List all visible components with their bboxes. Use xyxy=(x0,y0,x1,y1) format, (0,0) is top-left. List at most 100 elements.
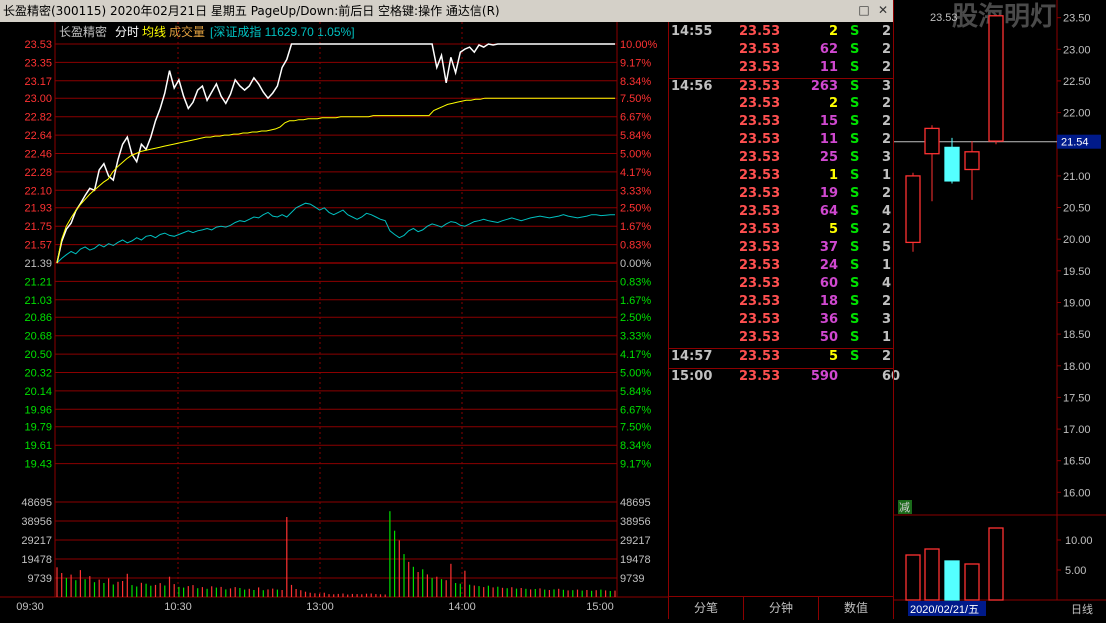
price-tick-label: 20.32 xyxy=(24,368,52,380)
trade-price: 23.53 xyxy=(739,24,781,39)
trade-count: 2 xyxy=(882,132,892,147)
price-tick-label: 21.03 xyxy=(24,295,52,307)
window-title-bar: 长盈精密(300115) 2020年02月21日 星期五 PageUp/Down… xyxy=(0,0,893,22)
price-tick-label: 23.00 xyxy=(24,93,52,105)
percent-tick-label: 5.00% xyxy=(620,149,651,161)
percent-tick-label: 8.34% xyxy=(620,76,651,88)
trade-direction: S xyxy=(850,24,860,39)
trade-volume: 15 xyxy=(819,114,838,129)
trade-count: 3 xyxy=(882,312,892,327)
trade-price: 23.53 xyxy=(739,60,781,75)
daily-kline-chart[interactable]: 股海明灯 23.53 减 2020/02/21/五 日线 23.50 23.00 2… xyxy=(894,0,1106,619)
trade-count: 4 xyxy=(882,276,892,291)
trade-price: 23.53 xyxy=(739,42,781,57)
kline-axis-label: 20.50 xyxy=(1063,203,1091,215)
average-price-line xyxy=(56,97,615,264)
trade-volume: 263 xyxy=(810,79,838,94)
price-tick-label: 19.43 xyxy=(24,459,52,471)
intraday-chart[interactable]: 长盈精密 分时 均线 成交量 [深证成指 11629.70 1.05%] 23.… xyxy=(0,22,668,619)
trade-row: 23.53 15 S 2 xyxy=(669,114,894,132)
kline-vol-axis-label: 10.00 xyxy=(1065,535,1093,547)
percent-tick-label: 4.17% xyxy=(620,349,651,361)
tab-volume[interactable]: 成交量 xyxy=(169,24,205,39)
volume-tick-label: 48695 xyxy=(21,497,52,509)
trade-volume: 5 xyxy=(828,222,838,237)
trade-volume: 2 xyxy=(828,96,838,111)
trade-row: 23.53 62 S 2 xyxy=(669,42,894,60)
window-title: 长盈精密(300115) 2020年02月21日 星期五 PageUp/Down… xyxy=(3,4,500,18)
trade-volume: 2 xyxy=(828,24,838,39)
candle-body xyxy=(905,175,921,244)
trade-row: 14:55 23.53 2 S 2 xyxy=(669,24,894,42)
trade-count: 3 xyxy=(882,79,892,94)
trade-direction: S xyxy=(850,150,860,165)
price-tick-label: 21.93 xyxy=(24,203,52,215)
trade-row: 23.53 37 S 5 xyxy=(669,240,894,258)
tab-ticks[interactable]: 分笔 xyxy=(669,597,744,620)
stock-name-label: 长盈精密 xyxy=(59,24,107,39)
trade-volume: 64 xyxy=(819,204,838,219)
trade-direction: S xyxy=(850,222,860,237)
trade-row: 23.53 5 S 2 xyxy=(669,222,894,240)
price-tick-label: 20.50 xyxy=(24,349,52,361)
candle-volume-bar xyxy=(988,527,1004,601)
restore-button[interactable]: □ xyxy=(857,3,871,17)
percent-tick-label: 6.67% xyxy=(620,404,651,416)
trade-volume: 1 xyxy=(828,168,838,183)
tab-time[interactable]: 分时 xyxy=(115,25,139,39)
trade-price: 23.53 xyxy=(739,150,781,165)
trade-price: 23.53 xyxy=(739,204,781,219)
volume-tick-label-right: 48695 xyxy=(620,497,651,509)
trade-volume: 590 xyxy=(810,369,838,384)
price-tick-label: 22.28 xyxy=(24,167,52,179)
time-tick-label: 14:00 xyxy=(448,601,476,613)
kline-axis-label: 17.50 xyxy=(1063,392,1091,404)
trade-count: 2 xyxy=(882,96,892,111)
volume-tick-label: 19478 xyxy=(21,554,52,566)
trade-direction: S xyxy=(850,240,860,255)
date-label: 2020/02/21/五 xyxy=(910,604,979,616)
volume-tick-label: 9739 xyxy=(28,573,52,585)
price-tick-label: 21.57 xyxy=(24,240,52,252)
percent-tick-label: 2.50% xyxy=(620,203,651,215)
kline-axis-label: 22.50 xyxy=(1063,76,1091,88)
index-line xyxy=(56,202,615,264)
daily-kline-panel[interactable]: 股海明灯 23.53 减 2020/02/21/五 日线 23.50 23.00 2… xyxy=(893,0,1106,619)
candle-body xyxy=(964,151,980,171)
tab-values[interactable]: 数值 xyxy=(819,597,893,620)
trade-count: 2 xyxy=(882,349,892,364)
trade-row: 23.53 11 S 2 xyxy=(669,60,894,78)
trade-count: 2 xyxy=(882,60,892,75)
price-tick-label: 19.61 xyxy=(24,440,52,452)
trade-row: 23.53 60 S 4 xyxy=(669,276,894,294)
trade-count: 5 xyxy=(882,240,892,255)
kline-axis-label: 18.50 xyxy=(1063,329,1091,341)
current-price-label: 21.54 xyxy=(1061,137,1089,149)
kline-top-price: 23.53 xyxy=(930,12,958,24)
tab-avg-line[interactable]: 均线 xyxy=(142,25,166,39)
trade-direction: S xyxy=(850,132,860,147)
kline-vol-axis-label: 5.00 xyxy=(1065,565,1086,577)
tab-minutes[interactable]: 分钟 xyxy=(744,597,819,620)
period-label[interactable]: 日线 xyxy=(1071,602,1093,616)
trade-direction: S xyxy=(850,96,860,111)
intraday-chart-panel[interactable]: 长盈精密 分时 均线 成交量 [深证成指 11629.70 1.05%] 23.… xyxy=(0,22,668,619)
trade-volume: 62 xyxy=(819,42,838,57)
percent-tick-label: 5.00% xyxy=(620,368,651,380)
percent-tick-label: 3.33% xyxy=(620,185,651,197)
kline-axis-label: 22.00 xyxy=(1063,108,1091,120)
trade-count: 1 xyxy=(882,168,892,183)
percent-tick-label: 7.50% xyxy=(620,422,651,434)
price-tick-label: 19.96 xyxy=(24,404,52,416)
candle-body xyxy=(924,127,940,155)
candle-body xyxy=(988,15,1004,142)
trade-row: 23.53 2 S 2 xyxy=(669,96,894,114)
time-tick-label: 13:00 xyxy=(306,601,334,613)
trade-volume: 11 xyxy=(819,60,838,75)
price-tick-label: 19.79 xyxy=(24,422,52,434)
close-button[interactable]: ✕ xyxy=(876,3,890,17)
kline-axis-label: 19.50 xyxy=(1063,266,1091,278)
percent-tick-label: 0.83% xyxy=(620,276,651,288)
kline-axis-label: 18.00 xyxy=(1063,361,1091,373)
kline-axis-label: 16.50 xyxy=(1063,456,1091,468)
